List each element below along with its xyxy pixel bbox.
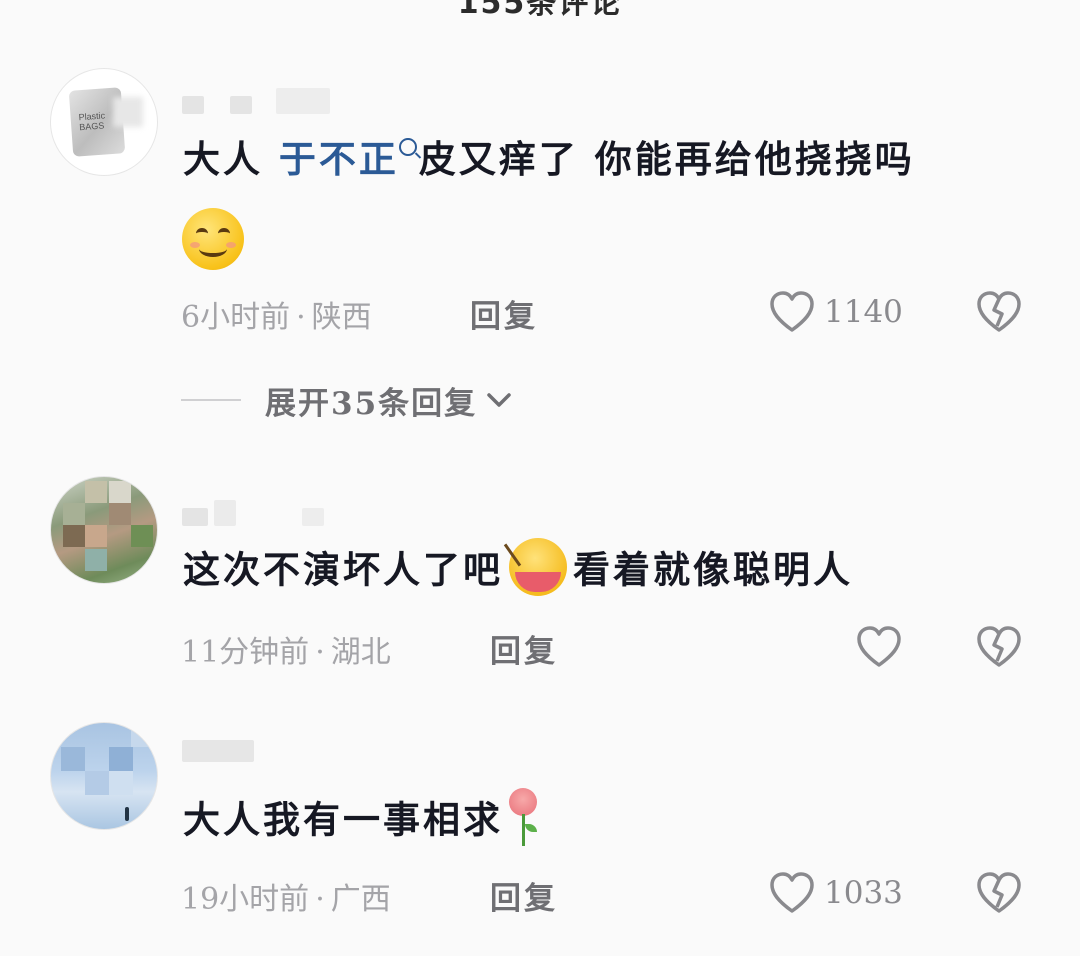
broken-heart-icon: [977, 872, 1021, 913]
comment-meta: 19小时前 · 广西: [181, 882, 391, 917]
comments-count-title: 155条评论: [457, 0, 623, 21]
timestamp: 19小时前: [181, 882, 310, 917]
reply-button[interactable]: 回复: [490, 626, 558, 671]
location: 广西: [330, 882, 391, 917]
expand-replies[interactable]: 展开35条回复: [181, 378, 513, 422]
reply-button[interactable]: 回复: [490, 873, 558, 918]
comment-text: 大人我有一事相求: [183, 788, 543, 854]
dislike-button[interactable]: [975, 290, 1023, 334]
location: 陕西: [311, 300, 372, 335]
username-blurred[interactable]: [182, 88, 332, 118]
like-button[interactable]: 1033: [768, 871, 903, 915]
username-blurred[interactable]: [182, 500, 332, 530]
search-icon[interactable]: [398, 138, 417, 156]
eating-emoji: [503, 538, 567, 596]
smile-emoji: [182, 208, 244, 270]
comment-meta: 6小时前 · 陕西: [181, 300, 372, 335]
heart-icon: [857, 626, 901, 667]
chevron-down-icon: [487, 393, 511, 407]
timestamp: 11分钟前: [181, 635, 310, 670]
heart-icon: [770, 291, 814, 332]
reply-button[interactable]: 回复: [470, 291, 538, 336]
dislike-button[interactable]: [975, 871, 1023, 915]
location: 湖北: [330, 635, 391, 670]
comment-text: 大人 于不正 皮又痒了 你能再给他挠挠吗: [183, 137, 915, 181]
rose-emoji: [503, 788, 543, 850]
dislike-button[interactable]: [975, 625, 1023, 669]
broken-heart-icon: [977, 291, 1021, 332]
avatar[interactable]: [50, 476, 158, 584]
expand-replies-label: 展开35条回复: [265, 385, 478, 422]
mention-link[interactable]: 于不正: [279, 137, 399, 181]
broken-heart-icon: [977, 626, 1021, 667]
like-button[interactable]: 1140: [768, 290, 903, 334]
comment-meta: 11分钟前 · 湖北: [181, 635, 391, 670]
like-button[interactable]: [855, 625, 903, 669]
username-blurred[interactable]: [182, 740, 332, 770]
like-count: 1033: [824, 875, 903, 911]
comment-text: 这次不演坏人了吧 看着就像聪明人: [183, 538, 853, 602]
timestamp: 6小时前: [181, 300, 291, 335]
avatar[interactable]: Plastic BAGS: [50, 68, 158, 176]
avatar[interactable]: [50, 722, 158, 830]
heart-icon: [770, 872, 814, 913]
figure: [125, 807, 129, 821]
like-count: 1140: [824, 294, 903, 330]
